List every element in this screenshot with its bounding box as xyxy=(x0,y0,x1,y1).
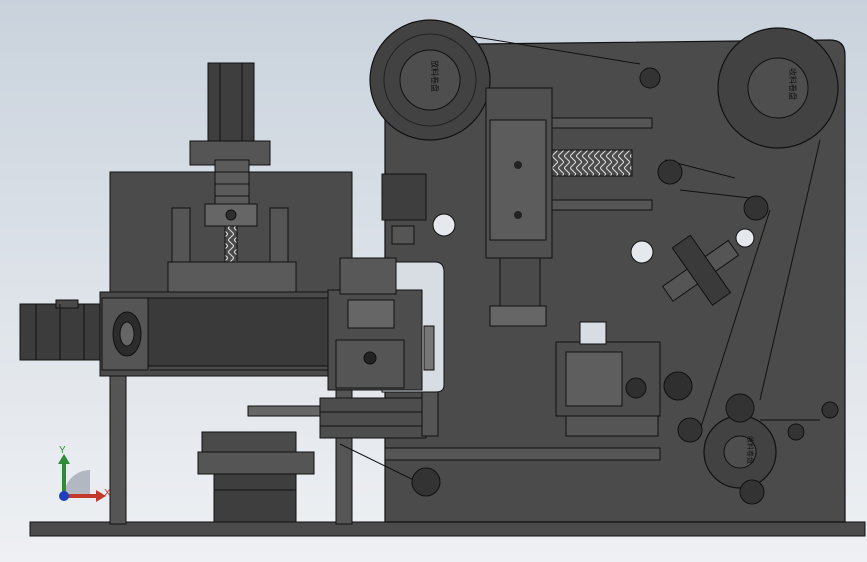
lower-guide xyxy=(384,447,661,461)
reel-left xyxy=(369,19,491,141)
base-beam xyxy=(29,521,866,537)
rotary-motor xyxy=(213,473,297,523)
axis-x-label: X xyxy=(104,488,111,499)
axis-y-label: Y xyxy=(59,445,66,456)
x-table xyxy=(319,397,427,439)
cylinder-rod xyxy=(247,405,321,417)
top-motor xyxy=(207,62,255,142)
reel-bottom-right-label: 收料卷盘 xyxy=(746,436,755,464)
reel-top-right xyxy=(717,27,839,149)
rotary-plate xyxy=(201,431,297,455)
reel-top-right-label: 收料卷盘 xyxy=(788,68,798,100)
gantry-carriage xyxy=(167,261,297,293)
coupling xyxy=(214,159,250,205)
axis-triad xyxy=(58,454,106,502)
reel-left-label: 放料卷盘 xyxy=(430,60,440,92)
clamp-block xyxy=(381,173,427,221)
spring-rail xyxy=(551,149,633,177)
frame-leg-left xyxy=(109,375,127,525)
mechanism-drawing: 放料卷盘 收料卷盘 收料卷盘 Y X xyxy=(19,19,866,537)
reel-bottom-right xyxy=(703,415,777,489)
